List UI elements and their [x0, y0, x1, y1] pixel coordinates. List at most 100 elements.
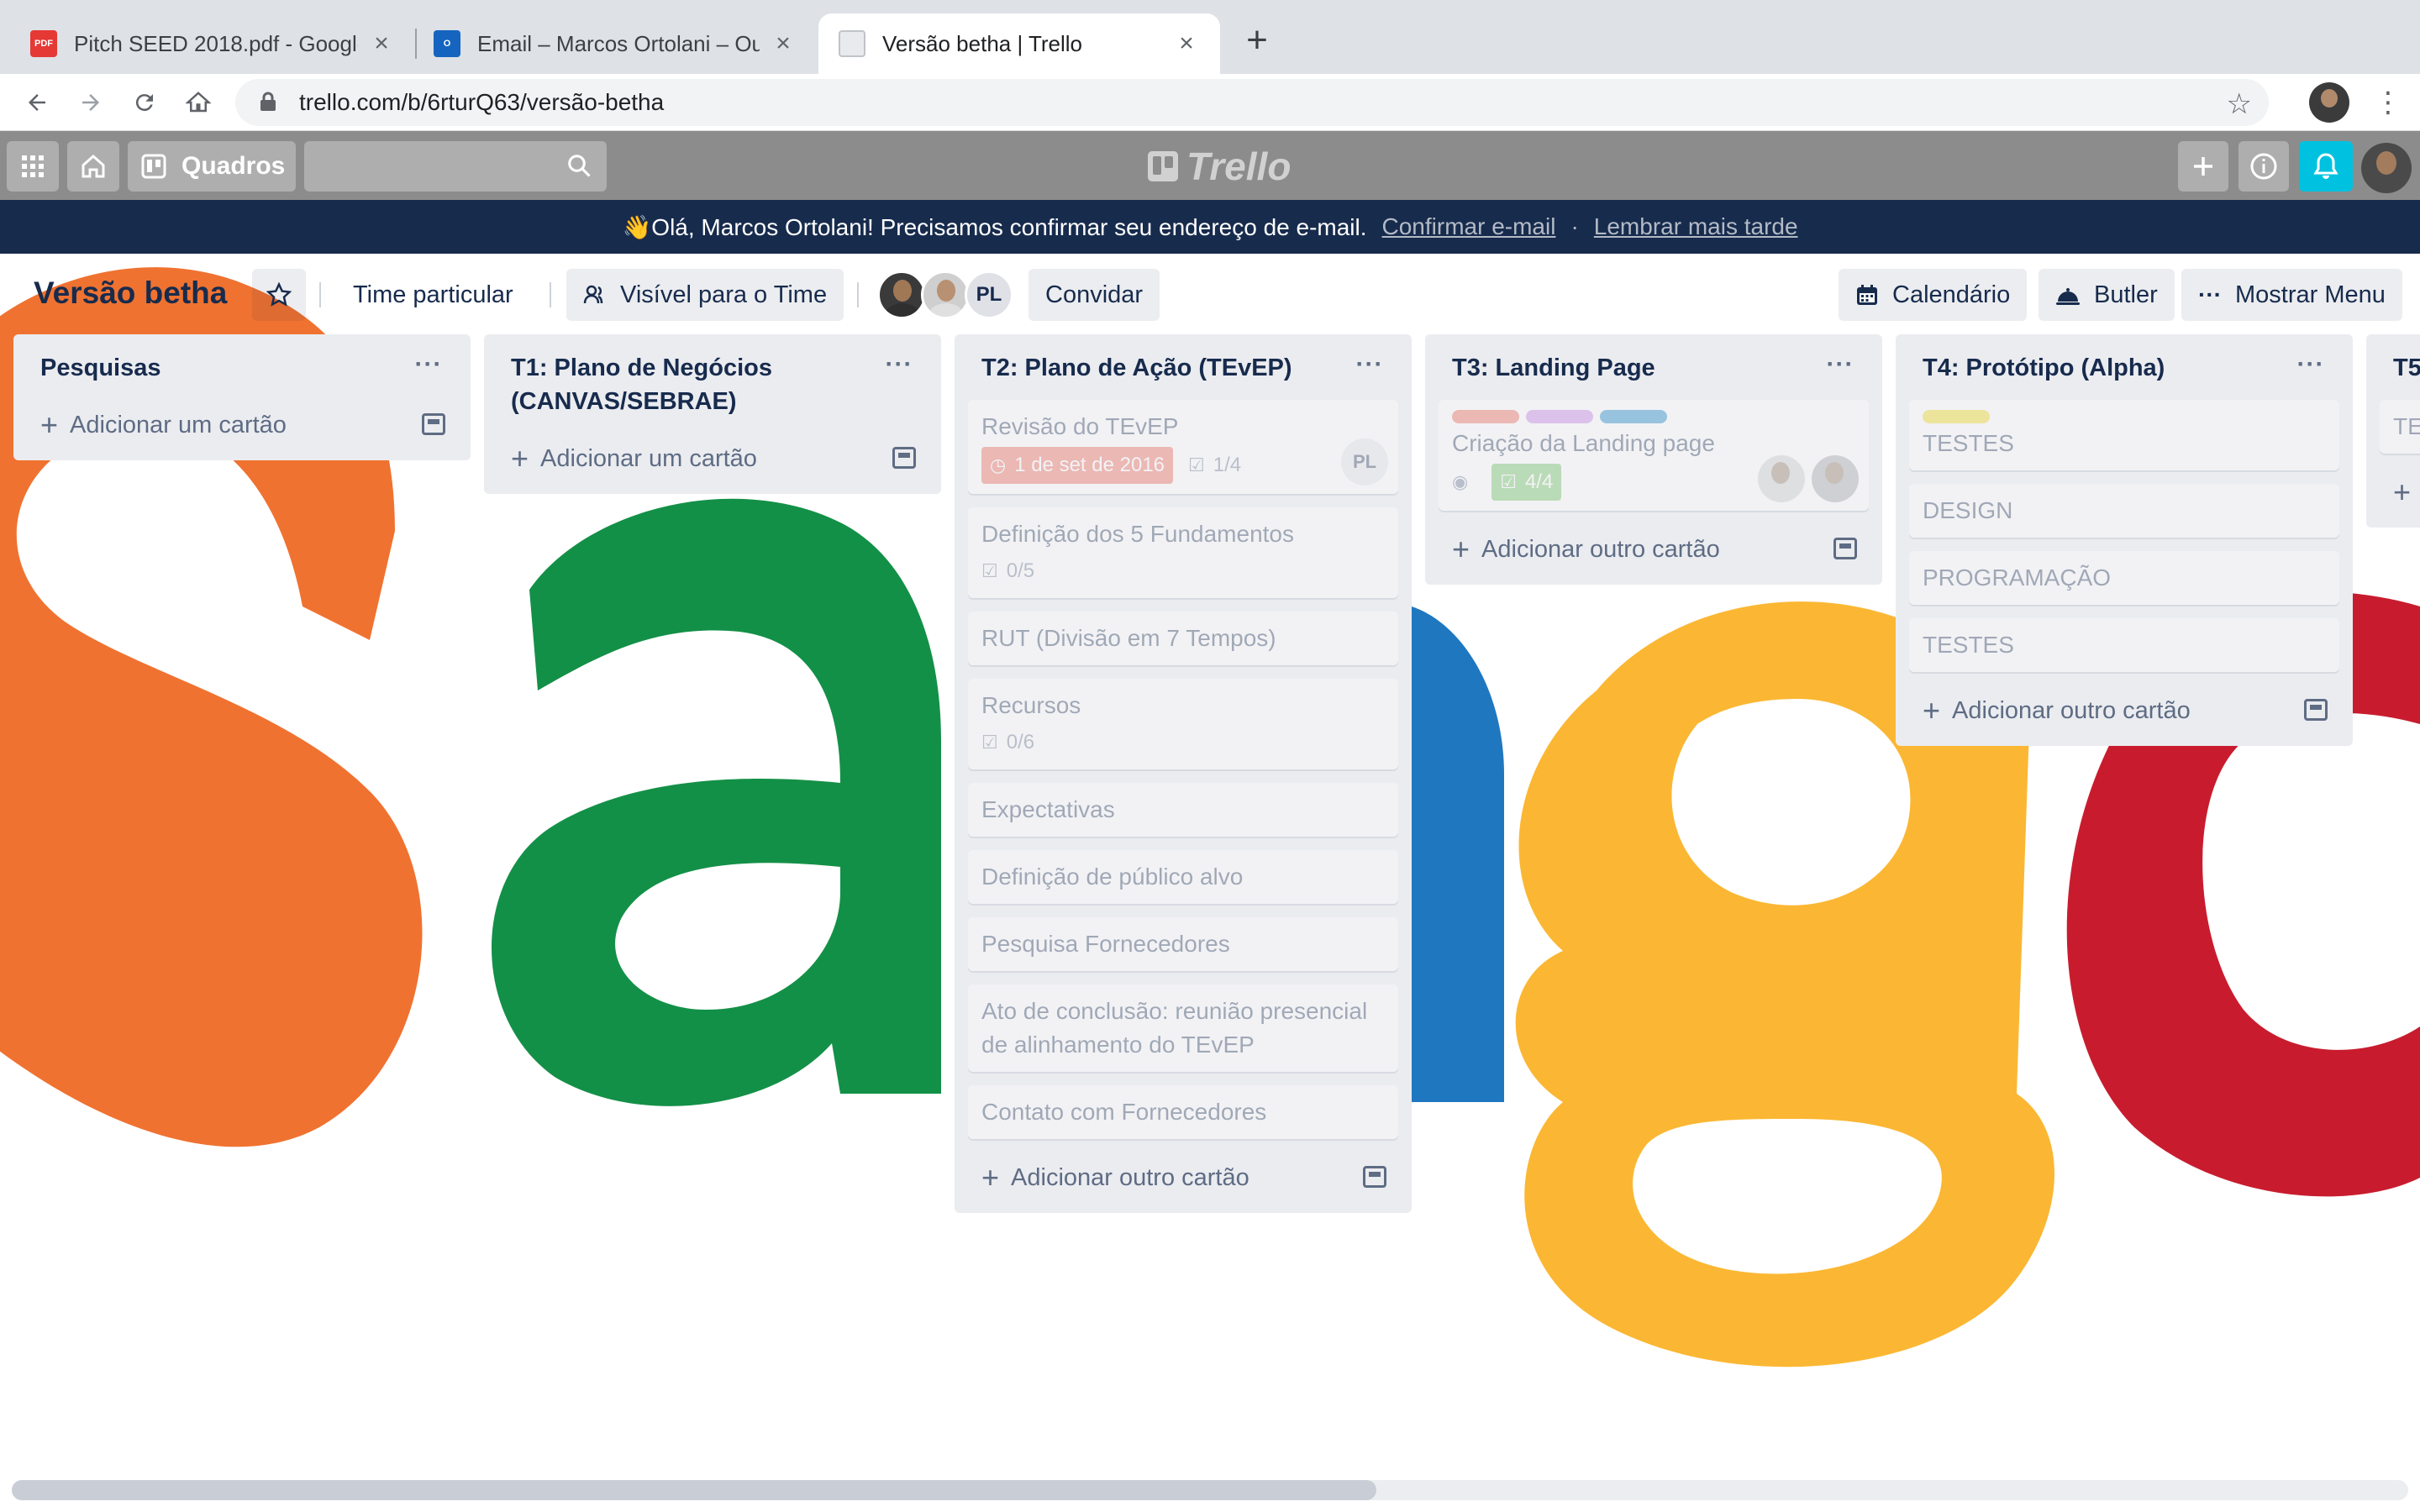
template-icon[interactable] [422, 413, 445, 435]
add-card-label: Adicionar outro cartão [1952, 696, 2191, 724]
card[interactable]: Pesquisa Fornecedores [968, 917, 1398, 971]
browser-profile-avatar[interactable] [2309, 82, 2349, 123]
boards-button[interactable]: Quadros [128, 141, 296, 192]
card[interactable]: TE [2380, 400, 2420, 454]
card-member-avatar[interactable] [1812, 455, 1859, 502]
member-avatar[interactable] [2361, 143, 2412, 193]
browser-tab-pdf[interactable]: PDF Pitch SEED 2018.pdf - Google Drive × [0, 13, 415, 74]
board-horizontal-scrollbar[interactable] [12, 1480, 2408, 1500]
remind-later-link[interactable]: Lembrar mais tarde [1594, 213, 1798, 240]
team-button[interactable]: Time particular [336, 269, 530, 321]
checklist-icon: ☑ [981, 732, 998, 753]
card[interactable]: TESTES [1909, 618, 2339, 672]
close-icon[interactable]: × [1173, 29, 1200, 57]
card[interactable]: Definição dos 5 Fundamentos ☑ 0/5 [968, 507, 1398, 598]
header-divider [550, 282, 551, 307]
add-card-button[interactable]: + Adicionar outro cartão [968, 1152, 1398, 1203]
card[interactable]: Expectativas [968, 783, 1398, 837]
template-icon[interactable] [892, 447, 916, 469]
plus-icon: + [1452, 532, 1470, 566]
list-menu-icon[interactable]: ··· [1822, 348, 1859, 381]
list-menu-icon[interactable]: ··· [1351, 348, 1388, 381]
list-title[interactable]: T1: Plano de Negócios (CANVAS/SEBRAE) ··… [497, 334, 928, 433]
lock-icon [259, 92, 281, 113]
card-label-yellow[interactable] [1923, 410, 1990, 423]
browser-tab-trello[interactable]: Versão betha | Trello × [818, 13, 1220, 74]
list-pesquisas: Pesquisas ··· + Adicionar um cartão [13, 334, 471, 460]
card-label-blue[interactable] [1600, 410, 1667, 423]
add-card-button[interactable]: + Adicionar outro cartão [1439, 524, 1869, 575]
add-card-label: Adicionar um cartão [540, 444, 757, 472]
card-label-purple[interactable] [1526, 410, 1593, 423]
invite-button[interactable]: Convidar [1028, 269, 1160, 321]
butler-button[interactable]: Butler [2039, 269, 2175, 321]
list-menu-icon[interactable]: ··· [410, 348, 447, 381]
bookmark-star-icon[interactable]: ☆ [2227, 87, 2252, 121]
template-icon[interactable] [1833, 538, 1857, 559]
list-menu-icon[interactable]: ··· [2292, 348, 2329, 381]
board-member-avatar[interactable] [877, 270, 926, 319]
star-board-button[interactable] [252, 269, 306, 321]
card-member-avatar[interactable] [1758, 455, 1805, 502]
list-title[interactable]: T4: Protótipo (Alpha) ··· [1909, 334, 2339, 400]
card[interactable]: Criação da Landing page ◉ ☑ 4/4 [1439, 400, 1869, 511]
template-icon[interactable] [2304, 699, 2328, 721]
bell-icon [2313, 153, 2338, 179]
card-badges: ◷ 1 de set de 2016 ☑ 1/4 [981, 447, 1385, 484]
new-tab-button[interactable]: + [1239, 22, 1276, 59]
add-card-button[interactable]: + Adicionar outro cartão [1909, 685, 2339, 736]
due-date-badge[interactable]: ◷ 1 de set de 2016 [981, 447, 1174, 484]
apps-grid-icon[interactable] [7, 141, 59, 192]
card[interactable]: RUT (Divisão em 7 Tempos) [968, 612, 1398, 665]
list-t4-prototipo: T4: Protótipo (Alpha) ··· TESTES DESIGN … [1896, 334, 2353, 746]
add-card-button[interactable]: + Adicionar um cartão [497, 433, 928, 484]
url-text: trello.com/b/6rturQ63/versão-betha [299, 89, 665, 115]
browser-menu-icon[interactable]: ⋮ [2371, 82, 2405, 123]
card-label-red[interactable] [1452, 410, 1519, 423]
board-title[interactable]: Versão betha [34, 276, 227, 311]
list-menu-icon[interactable]: ··· [881, 348, 918, 381]
email-confirm-banner: 👋Olá, Marcos Ortolani! Precisamos confir… [0, 200, 2420, 254]
list-title[interactable]: T3: Landing Page ··· [1439, 334, 1869, 400]
board-member-avatar[interactable] [921, 270, 970, 319]
card[interactable]: TESTES [1909, 400, 2339, 470]
confirm-email-link[interactable]: Confirmar e-mail [1382, 213, 1556, 240]
checklist-count: 0/5 [1006, 559, 1035, 582]
search-input[interactable] [304, 141, 607, 192]
show-menu-button[interactable]: ··· Mostrar Menu [2181, 269, 2402, 321]
template-icon[interactable] [1363, 1166, 1386, 1188]
add-card-button[interactable]: + [2366, 467, 2420, 517]
list-title[interactable]: Pesquisas ··· [27, 334, 457, 400]
close-icon[interactable]: × [368, 29, 395, 57]
board-member-initials[interactable]: PL [965, 270, 1013, 319]
back-icon[interactable] [17, 82, 57, 123]
address-bar[interactable]: trello.com/b/6rturQ63/versão-betha ☆ [235, 79, 2269, 126]
home-button[interactable] [67, 141, 119, 192]
reload-icon[interactable] [124, 82, 165, 123]
card[interactable]: Revisão do TEvEP ◷ 1 de set de 2016 ☑ 1/… [968, 400, 1398, 494]
card[interactable]: Definição de público alvo [968, 850, 1398, 904]
list-t1-plano-negocios: T1: Plano de Negócios (CANVAS/SEBRAE) ··… [484, 334, 941, 494]
trello-logo-icon [1148, 151, 1178, 181]
forward-icon[interactable] [71, 82, 111, 123]
checklist-count: 4/4 [1524, 470, 1554, 493]
card-member-initials[interactable]: PL [1341, 438, 1388, 486]
create-button[interactable] [2178, 141, 2228, 192]
browser-tab-outlook[interactable]: O Email – Marcos Ortolani – Outlook × [417, 13, 817, 74]
card[interactable]: PROGRAMAÇÃO [1909, 551, 2339, 605]
scrollbar-thumb[interactable] [12, 1480, 1376, 1500]
close-icon[interactable]: × [770, 29, 797, 57]
trello-logo[interactable]: Trello [1148, 144, 1291, 188]
card[interactable]: Contato com Fornecedores [968, 1085, 1398, 1139]
list-title[interactable]: T5 [2366, 334, 2420, 400]
card[interactable]: DESIGN [1909, 484, 2339, 538]
calendar-button[interactable]: Calendário [1839, 269, 2028, 321]
card[interactable]: Ato de conclusão: reunião presencial de … [968, 984, 1398, 1072]
visibility-button[interactable]: Visível para o Time [566, 269, 844, 321]
info-button[interactable] [2238, 141, 2289, 192]
list-title[interactable]: T2: Plano de Ação (TEvEP) ··· [968, 334, 1398, 400]
notifications-button[interactable] [2299, 141, 2353, 192]
home-icon[interactable] [178, 82, 218, 123]
card[interactable]: Recursos ☑ 0/6 [968, 679, 1398, 769]
add-card-button[interactable]: + Adicionar um cartão [27, 400, 457, 450]
